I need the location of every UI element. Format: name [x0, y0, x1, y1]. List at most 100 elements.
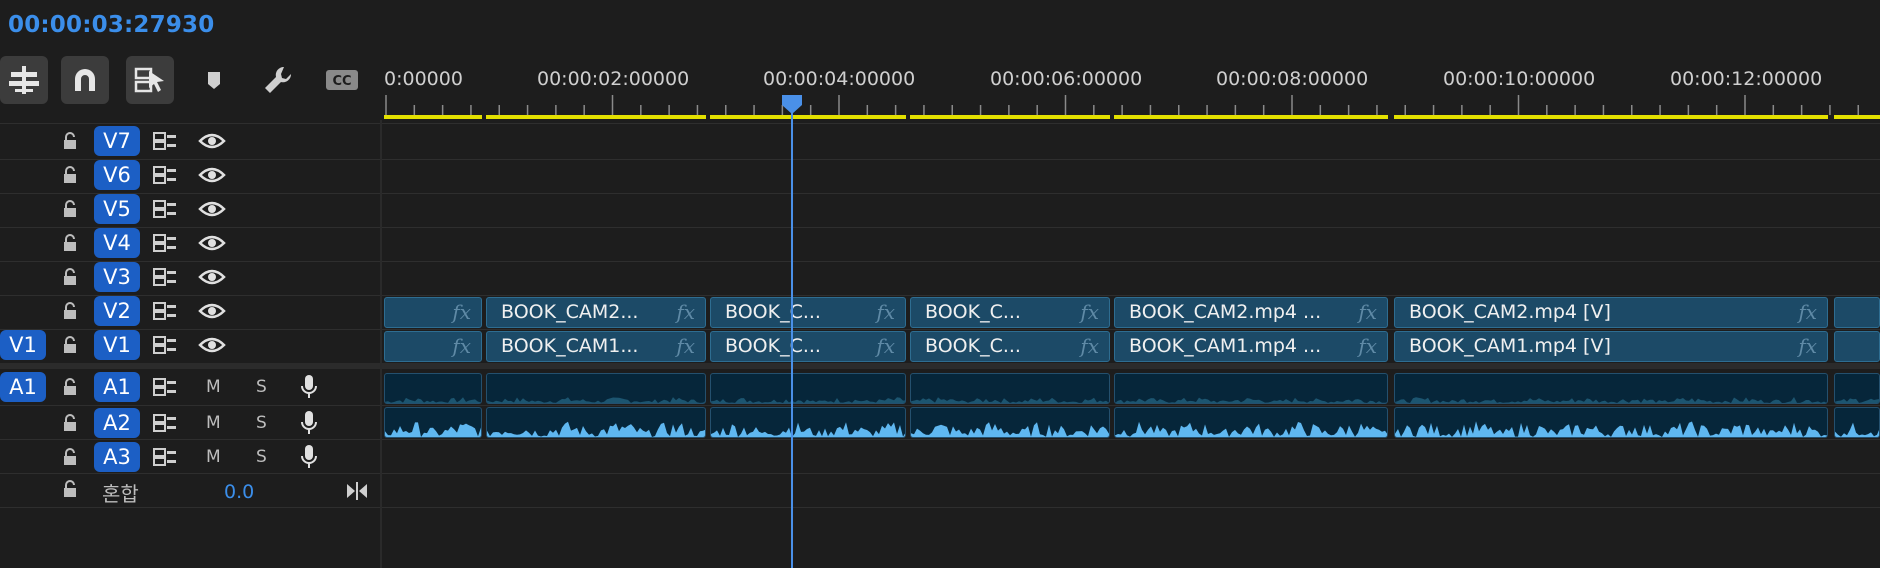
video-clip[interactable]: BOOK_C... fx: [710, 297, 906, 328]
waveform: [711, 422, 905, 437]
ruler-label: 0:00000: [384, 68, 463, 90]
audio-clip[interactable]: [1114, 373, 1388, 404]
video-clip[interactable]: BOOK_CAM2.mp4 [V] fx: [1394, 297, 1828, 328]
eye-icon[interactable]: [198, 336, 226, 358]
eye-icon[interactable]: [198, 166, 226, 188]
lock-icon[interactable]: [62, 132, 78, 150]
linked-selection-button[interactable]: [126, 56, 174, 104]
eye-icon[interactable]: [198, 268, 226, 290]
waveform: [1395, 421, 1827, 437]
audio-clip[interactable]: [1394, 407, 1828, 438]
audio-clip[interactable]: [1114, 407, 1388, 438]
sync-lock-icon[interactable]: [152, 199, 178, 223]
lock-icon[interactable]: [62, 234, 78, 252]
source-patch-v1[interactable]: V1: [0, 330, 46, 360]
video-clip[interactable]: [1834, 297, 1880, 328]
track-target-a3[interactable]: A3: [94, 442, 140, 472]
eye-icon[interactable]: [198, 302, 226, 324]
track-target-v1[interactable]: V1: [94, 330, 140, 360]
lock-icon[interactable]: [62, 448, 78, 466]
track-target-v6[interactable]: V6: [94, 160, 140, 190]
solo-button[interactable]: S: [256, 377, 267, 397]
video-clip[interactable]: BOOK_CAM1.mp4 ... fx: [1114, 331, 1388, 362]
mix-volume-value[interactable]: 0.0: [224, 481, 254, 503]
audio-clip[interactable]: [384, 407, 482, 438]
video-clip[interactable]: BOOK_C... fx: [710, 331, 906, 362]
audio-clip[interactable]: [910, 373, 1110, 404]
audio-clip[interactable]: [1834, 407, 1880, 438]
ruler-label: 00:00:04:00000: [763, 68, 916, 90]
closed-captions-icon: CC: [326, 70, 358, 90]
sync-lock-icon[interactable]: [152, 165, 178, 189]
playhead-line[interactable]: [791, 112, 793, 568]
video-clip[interactable]: BOOK_C... fx: [910, 297, 1110, 328]
mute-button[interactable]: M: [206, 377, 221, 397]
source-patch-a1[interactable]: A1: [0, 372, 46, 402]
snap-magnet-button[interactable]: [61, 56, 109, 104]
track-target-v2[interactable]: V2: [94, 296, 140, 326]
video-clip[interactable]: BOOK_CAM2... fx: [486, 297, 706, 328]
microphone-icon[interactable]: [300, 374, 318, 404]
mute-button[interactable]: M: [206, 413, 221, 433]
lock-icon[interactable]: [62, 414, 78, 432]
sync-lock-icon[interactable]: [152, 447, 178, 471]
sync-lock-icon[interactable]: [152, 267, 178, 291]
timeline-settings-button[interactable]: [254, 56, 302, 104]
fx-badge-icon: fx: [876, 334, 895, 358]
mix-lock-icon[interactable]: [62, 480, 78, 498]
video-clip[interactable]: BOOK_CAM2.mp4 ... fx: [1114, 297, 1388, 328]
sync-lock-icon[interactable]: [152, 131, 178, 155]
track-target-a2[interactable]: A2: [94, 408, 140, 438]
eye-icon[interactable]: [198, 200, 226, 222]
audio-clip[interactable]: [710, 407, 906, 438]
video-clip[interactable]: [1834, 331, 1880, 362]
lock-icon[interactable]: [62, 268, 78, 286]
eye-icon[interactable]: [198, 234, 226, 256]
audio-clip[interactable]: [710, 373, 906, 404]
lock-icon[interactable]: [62, 200, 78, 218]
track-target-v4[interactable]: V4: [94, 228, 140, 258]
video-clip[interactable]: BOOK_CAM1... fx: [486, 331, 706, 362]
eye-icon[interactable]: [198, 132, 226, 154]
lock-icon[interactable]: [62, 302, 78, 320]
video-clip[interactable]: fx: [384, 297, 482, 328]
sync-lock-icon[interactable]: [152, 377, 178, 401]
video-clip[interactable]: fx: [384, 331, 482, 362]
ruler-label: 00:00:06:00000: [990, 68, 1143, 90]
lock-icon[interactable]: [62, 166, 78, 184]
waveform: [1835, 398, 1879, 403]
sync-lock-icon[interactable]: [152, 413, 178, 437]
audio-clip[interactable]: [486, 373, 706, 404]
video-clip[interactable]: BOOK_CAM1.mp4 [V] fx: [1394, 331, 1828, 362]
microphone-icon[interactable]: [300, 444, 318, 474]
timeline-panel: 00:00:03:27930 CC 0:00000 00:00:02:00000…: [0, 0, 1880, 568]
microphone-icon[interactable]: [300, 410, 318, 440]
lock-icon[interactable]: [62, 336, 78, 354]
marker-icon: [208, 72, 220, 89]
track-target-v7[interactable]: V7: [94, 126, 140, 156]
video-audio-divider[interactable]: [0, 363, 1880, 369]
waveform: [1395, 397, 1827, 403]
track-target-a1[interactable]: A1: [94, 372, 140, 402]
audio-clip[interactable]: [1394, 373, 1828, 404]
insert-tracks-tool-button[interactable]: [0, 56, 48, 104]
track-target-v5[interactable]: V5: [94, 194, 140, 224]
mix-pan-icon[interactable]: [345, 482, 369, 500]
wrench-icon: [265, 66, 292, 93]
audio-clip[interactable]: [1834, 373, 1880, 404]
add-marker-button[interactable]: [190, 56, 238, 104]
solo-button[interactable]: S: [256, 413, 267, 433]
captions-button[interactable]: CC: [318, 56, 366, 104]
timecode-display[interactable]: 00:00:03:27930: [8, 12, 214, 38]
audio-clip[interactable]: [486, 407, 706, 438]
audio-clip[interactable]: [384, 373, 482, 404]
sync-lock-icon[interactable]: [152, 233, 178, 257]
sync-lock-icon[interactable]: [152, 301, 178, 325]
lock-icon[interactable]: [62, 378, 78, 396]
solo-button[interactable]: S: [256, 447, 267, 467]
mute-button[interactable]: M: [206, 447, 221, 467]
sync-lock-icon[interactable]: [152, 335, 178, 359]
track-target-v3[interactable]: V3: [94, 262, 140, 292]
audio-clip[interactable]: [910, 407, 1110, 438]
video-clip[interactable]: BOOK_C... fx: [910, 331, 1110, 362]
